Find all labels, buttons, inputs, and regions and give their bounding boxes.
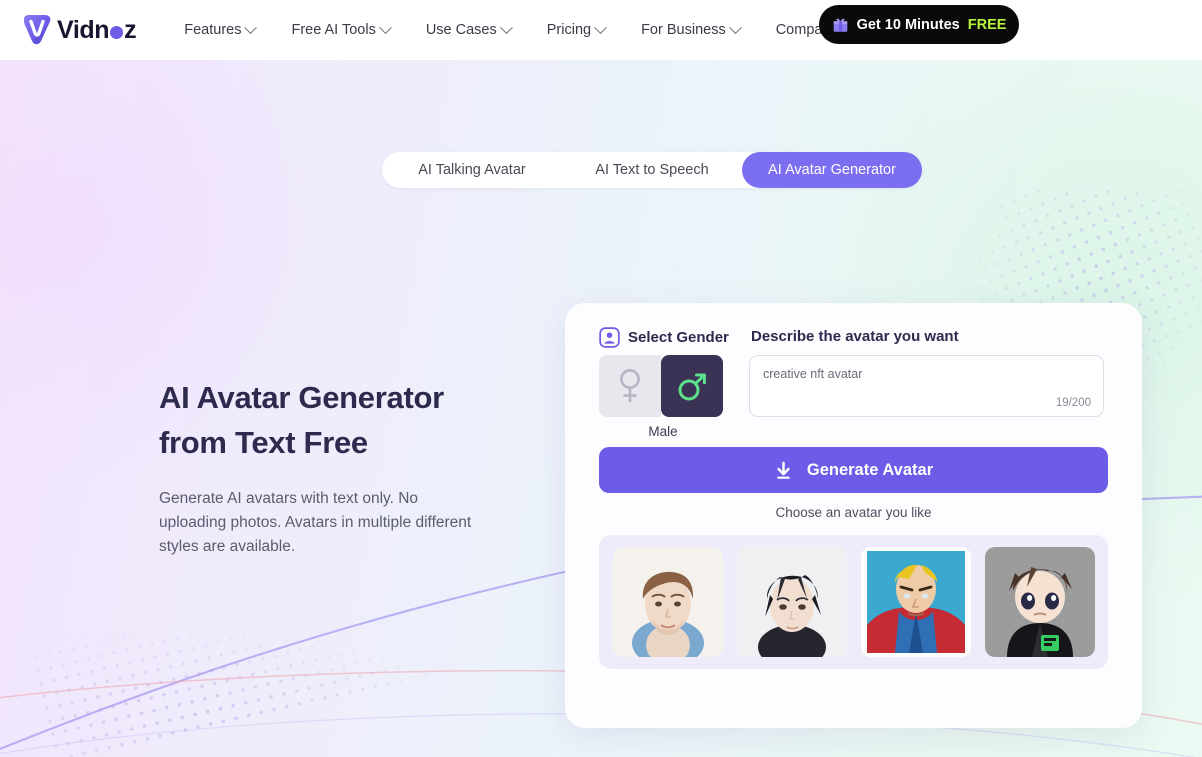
tab-ai-text-to-speech[interactable]: AI Text to Speech	[562, 152, 742, 188]
avatar-option-3[interactable]	[860, 547, 971, 657]
page-title: AI Avatar Generator from Text Free	[159, 375, 489, 465]
avatar-gallery	[599, 535, 1108, 669]
chevron-down-icon	[594, 20, 607, 34]
chibi-3d-character-image	[984, 547, 1095, 657]
get-free-minutes-button[interactable]: Get 10 Minutes FREE	[819, 5, 1019, 44]
vidnoz-logo[interactable]: Vidn z	[22, 14, 137, 46]
selected-gender-label: Male	[648, 424, 678, 439]
nav-label: Pricing	[546, 22, 592, 38]
tab-ai-avatar-generator[interactable]: AI Avatar Generator	[742, 152, 922, 188]
gender-tiles	[599, 355, 727, 417]
cta-label: Get 10 Minutes	[856, 16, 960, 33]
mode-tab-switcher: AI Talking Avatar AI Text to Speech AI A…	[382, 152, 922, 188]
generate-avatar-button[interactable]: Generate Avatar	[599, 447, 1108, 493]
main-navigation: Features Free AI Tools Use Cases Pricing…	[166, 14, 870, 46]
generate-avatar-label: Generate Avatar	[806, 460, 934, 479]
nav-label: For Business	[641, 22, 726, 38]
nav-item-features[interactable]: Features	[166, 14, 273, 46]
tab-ai-talking-avatar[interactable]: AI Talking Avatar	[382, 152, 562, 188]
hero-text-block: AI Avatar Generator from Text Free Gener…	[159, 375, 489, 559]
logo-o-dot-icon	[110, 26, 124, 39]
male-symbol-icon	[678, 373, 706, 401]
gender-selector: Male	[599, 355, 727, 439]
page-title-line-2: from Text Free	[159, 425, 368, 460]
select-gender-label: Select Gender	[628, 329, 729, 346]
page-description: Generate AI avatars with text only. No u…	[159, 490, 472, 555]
avatar-description-value: creative nft avatar	[763, 367, 863, 381]
site-header: Vidn z Features Free AI Tools Use Cases …	[0, 0, 1202, 60]
describe-avatar-label: Describe the avatar you want	[751, 328, 959, 345]
tab-label: AI Text to Speech	[595, 162, 709, 178]
cta-free-badge: FREE	[967, 16, 1007, 33]
chevron-down-icon	[499, 20, 513, 34]
chevron-down-icon	[378, 20, 392, 34]
nav-label: Features	[184, 22, 242, 38]
nav-item-for-business[interactable]: For Business	[623, 14, 758, 46]
character-counter: 19/200	[1055, 397, 1091, 409]
nav-item-free-ai-tools[interactable]: Free AI Tools	[273, 14, 407, 46]
gift-icon	[833, 18, 847, 32]
chevron-down-icon	[244, 20, 258, 34]
watercolor-male-portrait-image	[612, 547, 723, 657]
logo-text-part-b: z	[124, 15, 137, 44]
vidnoz-logo-icon	[24, 15, 51, 45]
avatar-option-1[interactable]	[612, 547, 723, 657]
nav-label: Free AI Tools	[291, 22, 376, 38]
logo-text-part-a: Vidn	[57, 15, 110, 44]
user-profile-icon	[599, 327, 620, 348]
avatar-option-2[interactable]	[736, 547, 847, 657]
logo-wordmark: Vidn z	[57, 15, 137, 45]
gender-option-male[interactable]	[661, 355, 723, 417]
page-title-line-1: AI Avatar Generator	[159, 380, 444, 415]
select-gender-header: Select Gender	[599, 327, 729, 348]
nav-item-use-cases[interactable]: Use Cases	[408, 14, 529, 46]
avatar-description-input[interactable]: creative nft avatar 19/200	[749, 355, 1104, 417]
female-symbol-icon	[620, 369, 640, 403]
comic-superhero-blonde-image	[860, 547, 971, 657]
gender-option-female[interactable]	[599, 355, 661, 417]
avatar-option-4[interactable]	[984, 547, 1095, 657]
tab-label: AI Avatar Generator	[768, 162, 896, 178]
nav-item-pricing[interactable]: Pricing	[529, 14, 623, 46]
nav-label: Use Cases	[425, 22, 497, 38]
tab-label: AI Talking Avatar	[418, 162, 526, 178]
anime-dark-hair-male-image	[736, 547, 847, 657]
choose-avatar-label: Choose an avatar you like	[775, 505, 932, 520]
download-arrow-icon	[777, 461, 790, 479]
chevron-down-icon	[728, 20, 742, 34]
